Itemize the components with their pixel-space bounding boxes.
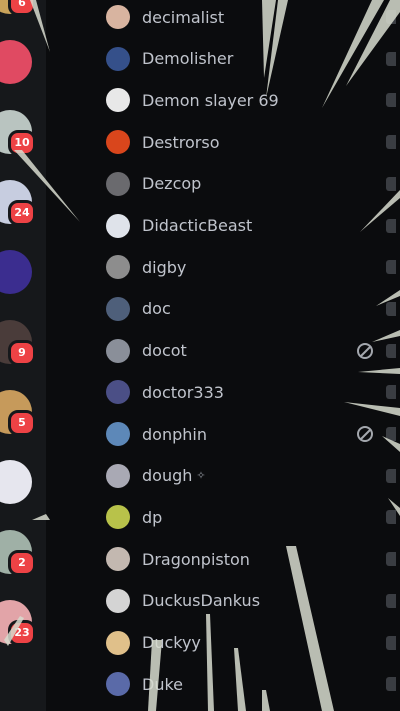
- mention-badge: 6: [8, 0, 36, 16]
- member-avatar: [106, 588, 130, 613]
- server-icon-1[interactable]: 6: [0, 0, 36, 16]
- member-name: Dezcop: [142, 174, 202, 194]
- member-row[interactable]: dough ✧: [106, 459, 396, 493]
- member-avatar: [106, 630, 130, 655]
- member-row[interactable]: doctor333: [106, 375, 396, 409]
- mention-badge: 10: [8, 130, 36, 156]
- member-row[interactable]: docot: [106, 334, 396, 368]
- member-name: digby: [142, 257, 187, 277]
- member-name: DuckusDankus: [142, 591, 261, 611]
- member-name: doctor333: [142, 382, 224, 402]
- mention-badge: 2: [8, 550, 36, 576]
- member-avatar: [106, 672, 130, 697]
- member-avatar: [106, 422, 130, 446]
- server-rail: 6 10 24 9 5 2 23: [0, 0, 46, 711]
- member-avatar: [106, 255, 130, 280]
- member-row[interactable]: DidacticBeast: [106, 209, 396, 243]
- member-name: Demon slayer 69: [142, 90, 279, 110]
- member-action-icon[interactable]: [386, 301, 396, 316]
- member-avatar: [106, 338, 130, 363]
- mention-badge: 5: [8, 410, 36, 436]
- member-row[interactable]: Demolisher: [106, 42, 396, 76]
- member-name: DidacticBeast: [142, 216, 253, 235]
- server-icon-8[interactable]: [0, 460, 32, 504]
- member-row[interactable]: dp: [106, 500, 396, 534]
- member-name: Duke: [142, 674, 183, 694]
- member-row[interactable]: Dezcop: [106, 167, 396, 201]
- member-action-icon[interactable]: [386, 51, 396, 66]
- member-avatar: [106, 46, 130, 71]
- mention-badge: 23: [8, 620, 36, 646]
- member-list: decimalist Demolisher Demon slayer 69 Destr…: [100, 0, 400, 711]
- member-name: donphin: [142, 424, 207, 444]
- server-icon-5[interactable]: [0, 250, 32, 294]
- member-row[interactable]: doc: [106, 292, 396, 326]
- mention-badge: 24: [8, 200, 36, 226]
- member-name: Destrorso: [142, 132, 220, 152]
- member-name: Dragonpiston: [142, 549, 250, 569]
- member-avatar: [106, 5, 130, 29]
- member-row[interactable]: decimalist: [106, 0, 396, 34]
- member-action-icon[interactable]: [386, 176, 396, 191]
- member-row[interactable]: Duckyy: [106, 626, 396, 660]
- member-action-icon[interactable]: [386, 427, 396, 441]
- server-icon-4[interactable]: 24: [0, 180, 36, 226]
- member-action-icon[interactable]: [386, 468, 396, 483]
- server-icon-7[interactable]: 5: [0, 390, 36, 436]
- server-icon-6[interactable]: 9: [0, 320, 36, 366]
- member-avatar: [106, 88, 130, 113]
- member-name: docot: [142, 341, 187, 361]
- member-avatar: [106, 505, 130, 530]
- member-row[interactable]: donphin: [106, 417, 396, 451]
- member-action-icon[interactable]: [386, 552, 396, 567]
- member-name: decimalist: [142, 7, 225, 27]
- member-avatar: [106, 380, 130, 405]
- member-action-icon[interactable]: [386, 510, 396, 525]
- member-avatar: [106, 547, 130, 572]
- member-name: Demolisher: [142, 49, 234, 69]
- server-icon-9[interactable]: 2: [0, 530, 36, 576]
- member-row[interactable]: Duke: [106, 667, 396, 701]
- member-action-icon[interactable]: [386, 343, 396, 358]
- server-icon-10[interactable]: 23: [0, 600, 36, 646]
- member-name: doc: [142, 299, 171, 319]
- member-name: Duckyy: [142, 633, 201, 652]
- member-action-icon[interactable]: [386, 218, 396, 233]
- mute-status-icon: [357, 426, 373, 442]
- member-avatar: [106, 463, 130, 488]
- member-row[interactable]: digby: [106, 250, 396, 284]
- sparkle-icon: ✧: [196, 469, 206, 483]
- member-action-icon[interactable]: [386, 635, 396, 650]
- member-row[interactable]: Dragonpiston: [106, 542, 396, 576]
- member-name: dp: [142, 507, 163, 527]
- member-action-icon[interactable]: [386, 260, 396, 275]
- mention-badge: 9: [8, 340, 36, 366]
- member-action-icon[interactable]: [386, 10, 396, 24]
- server-icon-3[interactable]: 10: [0, 110, 36, 156]
- member-action-icon[interactable]: [386, 93, 396, 108]
- member-row[interactable]: Demon slayer 69: [106, 83, 396, 117]
- member-avatar: [106, 213, 130, 238]
- member-row[interactable]: DuckusDankus: [106, 584, 396, 618]
- server-avatar: [0, 250, 32, 294]
- member-avatar: [106, 296, 130, 321]
- member-action-icon[interactable]: [386, 385, 396, 400]
- member-action-icon[interactable]: [386, 593, 396, 608]
- member-action-icon[interactable]: [386, 677, 396, 692]
- server-icon-2[interactable]: [0, 40, 32, 84]
- member-name: dough: [142, 466, 193, 486]
- member-avatar: [106, 130, 130, 155]
- server-avatar: [0, 40, 32, 84]
- server-avatar: [0, 460, 32, 504]
- member-action-icon[interactable]: [386, 135, 396, 150]
- member-avatar: [106, 171, 130, 196]
- member-row[interactable]: Destrorso: [106, 125, 396, 159]
- mute-status-icon: [357, 342, 373, 359]
